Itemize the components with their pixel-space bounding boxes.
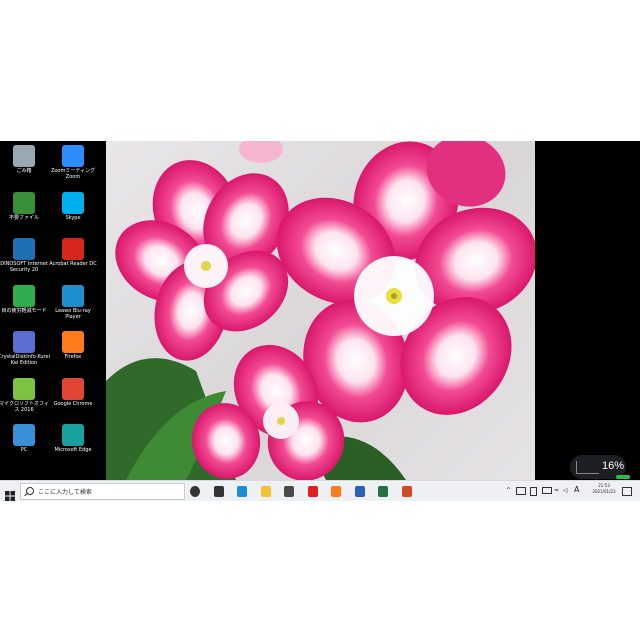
desktop-icon[interactable]: Leawo Blu-ray Player [51, 283, 95, 327]
performance-widget[interactable]: 16% [570, 455, 630, 479]
battery-icon[interactable] [530, 487, 537, 496]
zoom-icon [62, 145, 84, 167]
desktop-icon-label: Firefox [64, 354, 82, 360]
windows-logo-icon [5, 491, 15, 501]
desktop-icon-label: CrystalDiskInfo Kurei Kei Edition [0, 354, 50, 366]
wifi-icon[interactable]: ≈ [554, 487, 559, 494]
desktop-icon[interactable]: Microsoft Edge [51, 422, 95, 466]
word-icon[interactable] [354, 486, 365, 497]
desktop-icon-label: Microsoft Edge [54, 447, 92, 453]
desktop-icon-label: 不要ファイル [8, 214, 39, 221]
desktop-icon[interactable]: 目の疲労軽減モード [1, 283, 47, 327]
desktop-icon-label: Acrobat Reader DC [49, 261, 97, 267]
search-placeholder: ここに入力して検索 [38, 489, 92, 496]
start-button[interactable] [5, 486, 15, 501]
desktop-icon-label: マイクロソフトオフィス 2016 [0, 400, 49, 413]
search-icon [26, 487, 34, 495]
acrobat-icon [62, 238, 84, 260]
youtube-icon[interactable] [307, 486, 318, 497]
desktop-icon[interactable]: Acrobat Reader DC [49, 236, 97, 280]
network-icon[interactable] [542, 487, 552, 494]
bluray-player-icon [62, 284, 84, 307]
desktop-screen: ごみ箱 Zoomミーティング Zoom 不要ファイル Skype DINOSOFT In… [0, 141, 640, 501]
ime-indicator[interactable]: A [574, 485, 579, 494]
widget-value: 16% [602, 460, 625, 472]
desktop-icon[interactable]: 不要ファイル [2, 190, 46, 234]
crystaldiskinfo-icon [13, 331, 35, 353]
edge-icon[interactable] [237, 486, 247, 497]
desktop-icon-label: Leawo Blu-ray Player [55, 307, 91, 320]
desktop-icon-label: Zoomミーティング Zoom [50, 168, 96, 180]
clock[interactable]: 21:53 2021/01/23 [586, 483, 622, 495]
desktop-icon-label: DINOSOFT Internet Security 20 [0, 261, 48, 273]
security-icon [13, 238, 35, 260]
clock-date: 2021/01/23 [592, 489, 616, 494]
cortana-icon[interactable] [190, 486, 200, 497]
search-box[interactable]: ここに入力して検索 [20, 483, 185, 500]
cleaner-icon [13, 191, 35, 214]
desktop-icon[interactable]: DINOSOFT Internet Security 20 [0, 236, 48, 280]
firefox-icon[interactable] [331, 486, 341, 497]
task-view-icon[interactable] [213, 486, 224, 497]
show-hidden-icons-icon[interactable]: ^ [506, 487, 511, 494]
this-pc-icon [13, 424, 35, 446]
desktop-icon[interactable]: Google Chrome [51, 376, 95, 420]
mail-icon[interactable] [284, 486, 294, 497]
onedrive-icon[interactable] [516, 487, 526, 495]
desktop-icon-label: PC [20, 447, 28, 453]
notification-icon[interactable] [622, 487, 632, 496]
desktop-icon-label: ごみ箱 [16, 168, 32, 174]
desktop-icon[interactable]: CrystalDiskInfo Kurei Kei Edition [0, 329, 50, 373]
file-explorer-icon[interactable] [260, 486, 271, 497]
widget-indicator [616, 475, 630, 479]
recycle-bin-icon [13, 145, 35, 167]
wallpaper-flower-photo [106, 141, 535, 480]
volume-icon[interactable]: ◁ [563, 487, 568, 494]
taskbar: ここに入力して検索 ^ ≈ ◁ A 21:53 2021/01/23 [0, 480, 640, 501]
skype-icon [62, 191, 84, 214]
desktop-icon[interactable]: Skype [51, 190, 95, 234]
firefox-icon [62, 331, 84, 353]
desktop-icon[interactable]: ごみ箱 [2, 143, 46, 187]
desktop-icon[interactable]: マイクロソフトオフィス 2016 [0, 376, 49, 420]
chrome-icon [62, 377, 84, 400]
eye-care-icon [13, 284, 35, 307]
desktop-icon-label: Google Chrome [53, 400, 93, 407]
edge-icon [62, 424, 84, 446]
desktop-icon-label: Skype [65, 214, 81, 221]
widget-mini-graph [576, 461, 599, 474]
powerpoint-icon[interactable] [401, 486, 412, 497]
desktop-icon[interactable]: PC [2, 422, 46, 466]
excel-icon[interactable] [378, 486, 388, 497]
desktop-icon[interactable]: Zoomミーティング Zoom [51, 143, 95, 187]
office-icon [13, 377, 35, 400]
desktop-icon-label: 目の疲労軽減モード [1, 307, 47, 314]
desktop-icon[interactable]: Firefox [51, 329, 95, 373]
